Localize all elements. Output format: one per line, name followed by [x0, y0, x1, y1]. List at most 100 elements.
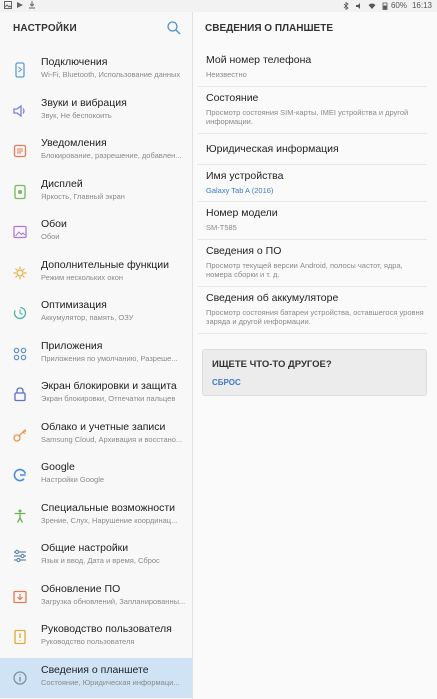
about-item-subtitle: SM-T585: [206, 223, 237, 232]
card-title: ИЩЕТЕ ЧТО-ТО ДРУГОЕ?: [212, 359, 332, 370]
sound-icon: [13, 104, 25, 117]
settings-item-subtitle: Зрение, Слух, Нарушение координац...: [41, 515, 178, 525]
settings-item-subtitle: Обои: [41, 232, 60, 241]
looking-for-something-card: ИЩЕТЕ ЧТО-ТО ДРУГОЕ? СБРОС: [202, 349, 427, 396]
advanced-features-icon: [13, 266, 27, 279]
settings-item-title: Обои: [41, 218, 67, 230]
about-item-title: Сведения об аккумуляторе: [206, 291, 339, 304]
settings-item-title: Дисплей: [41, 177, 83, 190]
settings-item-subtitle: Аккумулятор, память, ОЗУ: [41, 313, 134, 322]
connections-icon: [15, 62, 25, 78]
settings-item-subtitle: Руководство пользователя: [41, 637, 135, 646]
settings-item-title: Общие настройки: [41, 542, 129, 554]
reset-link[interactable]: СБРОС: [212, 378, 241, 387]
settings-item-title: Облако и учетные записи: [41, 420, 166, 433]
settings-item-manual[interactable]: Руководство пользователя Руководство поль…: [0, 617, 192, 658]
about-item[interactable]: Имя устройства Galaxy Tab A (2016): [198, 165, 427, 202]
settings-item-wallpaper[interactable]: Обои Обои: [0, 212, 192, 253]
bluetooth-icon: [343, 1, 349, 10]
settings-item-subtitle: Загрузка обновлений, Запланированны...: [41, 596, 186, 606]
settings-item-key[interactable]: Облако и учетные записи Samsung Cloud, Ар…: [0, 415, 192, 456]
media-notification-icon: [17, 2, 23, 8]
settings-item-title: Звуки и вибрация: [41, 96, 127, 109]
about-item-title: Имя устройства: [206, 169, 284, 182]
settings-item-title: Подключения: [41, 56, 108, 68]
settings-item-subtitle: Wi-Fi, Bluetooth, Использование данных: [41, 70, 181, 79]
display-icon: [14, 184, 26, 199]
about-item-title: Мой номер телефона: [206, 54, 312, 66]
settings-item-title: Обновление ПО: [41, 582, 121, 595]
accessibility-icon: [14, 509, 26, 523]
settings-pane: НАСТРОЙКИ Подключения Wi-Fi, Bluetooth, И…: [0, 12, 192, 699]
about-item-subtitle: Неизвестно: [206, 70, 247, 79]
info-icon: [13, 670, 27, 685]
settings-item-subtitle: Язык и ввод, Дата и время, Сброс: [41, 556, 160, 565]
search-icon[interactable]: [166, 20, 182, 36]
settings-item-connections[interactable]: Подключения Wi-Fi, Bluetooth, Использован…: [0, 50, 192, 91]
about-item[interactable]: Состояние Просмотр состояния SIM-карты, I…: [198, 87, 427, 134]
settings-item-notifications[interactable]: Уведомления Блокирование, разрешение, доб…: [0, 131, 192, 172]
about-item-subtitle: Просмотр состояния батареи устройства, о…: [206, 307, 424, 327]
settings-item-title: Уведомления: [41, 137, 107, 149]
settings-item-display[interactable]: Дисплей Яркость, Главный экран: [0, 172, 192, 213]
about-item-title: Состояние: [206, 91, 259, 104]
settings-item-software-update[interactable]: Обновление ПО Загрузка обновлений, Заплан…: [0, 577, 192, 618]
section-title: СВЕДЕНИЯ О ПЛАНШЕТЕ: [205, 23, 333, 34]
about-list: Мой номер телефона Неизвестно Состояние Про…: [193, 49, 437, 334]
settings-item-subtitle: Блокирование, разрешение, добавлен...: [41, 151, 182, 160]
settings-item-subtitle: Настройки Google: [41, 475, 105, 484]
about-item-subtitle: Просмотр текущей версии Android, полосы …: [206, 260, 403, 280]
google-icon: [13, 468, 27, 482]
settings-item-subtitle: Samsung Cloud, Архивация и восстано...: [41, 434, 183, 444]
settings-item-title: Google: [41, 461, 75, 473]
settings-item-title: Дополнительные функции: [41, 258, 169, 271]
software-update-icon: [13, 590, 27, 603]
mute-icon: [355, 2, 360, 9]
settings-item-sound[interactable]: Звуки и вибрация Звук, Не беспокоить: [0, 91, 192, 132]
settings-item-subtitle: Яркость, Главный экран: [41, 191, 125, 201]
about-item-title: Юридическая информация: [206, 142, 339, 155]
battery-level: 60%: [390, 1, 407, 10]
image-notification-icon: [4, 1, 12, 9]
settings-item-lock[interactable]: Экран блокировки и защита Экран блокировк…: [0, 374, 192, 415]
clock: 16:13: [411, 1, 432, 10]
key-icon: [13, 428, 27, 442]
lock-icon: [14, 387, 26, 402]
about-item[interactable]: Сведения о ПО Просмотр текущей версии And…: [198, 240, 427, 287]
settings-item-subtitle: Состояние, Юридическая информаци...: [41, 677, 180, 687]
about-item-subtitle: Galaxy Tab A (2016): [206, 185, 274, 195]
settings-item-accessibility[interactable]: Специальные возможности Зрение, Слух, Нар…: [0, 496, 192, 537]
optimization-icon: [13, 306, 27, 320]
settings-item-title: Сведения о планшете: [41, 663, 149, 676]
about-item-subtitle: Просмотр состояния SIM-карты, IMEI устро…: [206, 107, 409, 127]
settings-item-title: Оптимизация: [41, 299, 107, 311]
about-item[interactable]: Юридическая информация: [198, 134, 427, 165]
settings-item-subtitle: Режим нескольких окон: [41, 272, 124, 282]
settings-item-title: Специальные возможности: [41, 501, 176, 514]
settings-header: НАСТРОЙКИ: [0, 12, 192, 45]
apps-icon: [13, 347, 27, 360]
settings-item-advanced-features[interactable]: Дополнительные функции Режим нескольких о…: [0, 253, 192, 294]
settings-item-info[interactable]: Сведения о планшете Состояние, Юридическа…: [0, 657, 192, 698]
settings-item-title: Экран блокировки и защита: [41, 380, 177, 392]
about-item[interactable]: Сведения об аккумуляторе Просмотр состоян…: [198, 287, 427, 334]
wifi-icon: [368, 3, 376, 9]
about-item[interactable]: Мой номер телефона Неизвестно: [198, 49, 427, 87]
notifications-icon: [13, 144, 27, 158]
about-item-title: Номер модели: [206, 207, 278, 219]
settings-item-google[interactable]: Google Настройки Google: [0, 455, 192, 496]
settings-item-subtitle: Звук, Не беспокоить: [41, 110, 112, 120]
page-title: НАСТРОЙКИ: [13, 23, 77, 34]
settings-item-title: Приложения: [41, 339, 103, 352]
settings-item-general-settings[interactable]: Общие настройки Язык и ввод, Дата и время…: [0, 536, 192, 577]
settings-item-subtitle: Экран блокировки, Отпечатки пальцев: [41, 394, 176, 403]
settings-item-subtitle: Приложения по умолчанию, Разреше...: [41, 353, 178, 363]
settings-item-optimization[interactable]: Оптимизация Аккумулятор, память, ОЗУ: [0, 293, 192, 334]
settings-item-title: Руководство пользователя: [41, 623, 172, 635]
download-notification-icon: [29, 1, 35, 9]
about-item[interactable]: Номер модели SM-T585: [198, 202, 427, 240]
battery-icon: [382, 2, 388, 10]
settings-menu: Подключения Wi-Fi, Bluetooth, Использован…: [0, 50, 192, 698]
settings-item-apps[interactable]: Приложения Приложения по умолчанию, Разре…: [0, 334, 192, 375]
about-item-title: Сведения о ПО: [206, 244, 282, 257]
